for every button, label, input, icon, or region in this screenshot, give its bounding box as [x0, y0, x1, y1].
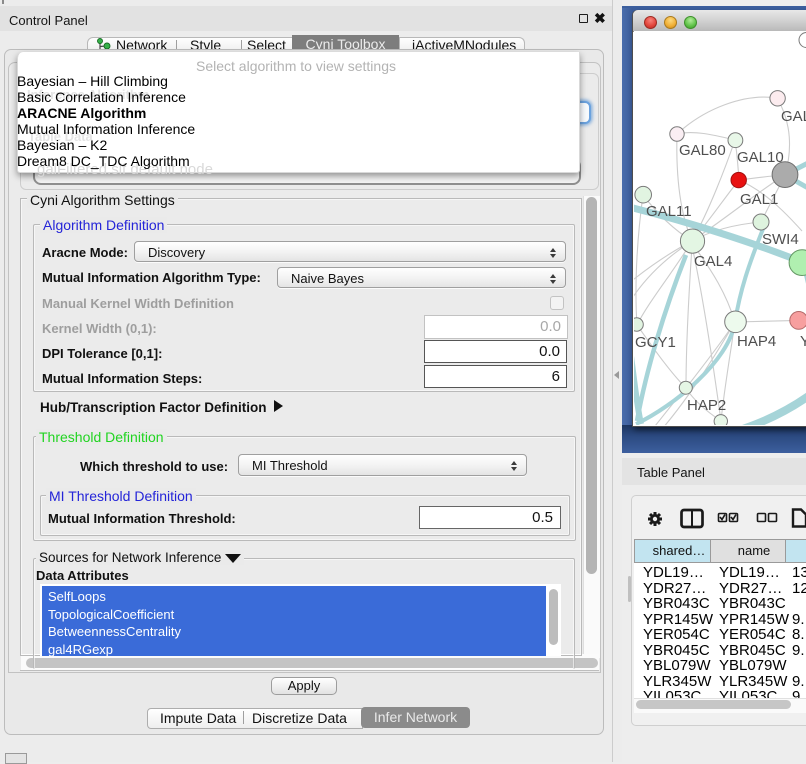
svg-text:HAP4: HAP4 [737, 333, 776, 350]
svg-text:GAL80: GAL80 [679, 142, 726, 159]
svg-text:HAP2: HAP2 [687, 397, 726, 414]
svg-text:GCY1: GCY1 [635, 334, 676, 351]
svg-text:GAL7: GAL7 [781, 108, 806, 125]
svg-text:SWI4: SWI4 [762, 231, 799, 248]
svg-text:GAL1: GAL1 [740, 191, 778, 208]
svg-text:Y: Y [800, 333, 806, 350]
svg-text:GAL11: GAL11 [646, 203, 692, 220]
svg-text:GAL10: GAL10 [737, 149, 784, 166]
svg-text:GAL4: GAL4 [694, 253, 732, 270]
